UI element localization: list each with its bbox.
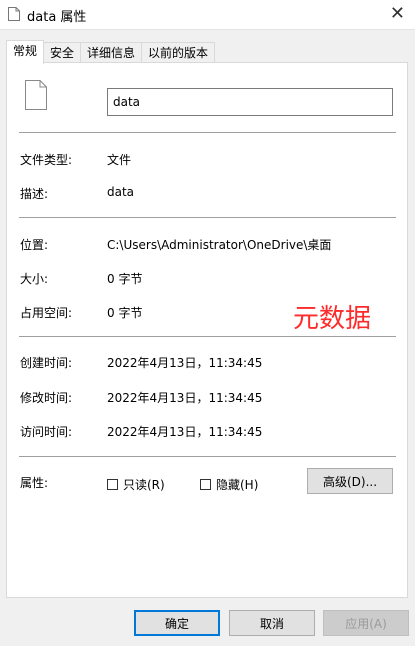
- file-name-input[interactable]: data: [107, 88, 393, 116]
- accessed-value: 2022年4月13日，11:34:45: [107, 425, 263, 439]
- ok-button[interactable]: 确定: [134, 610, 220, 636]
- file-type-icon: [25, 80, 47, 110]
- window-title: data 属性: [27, 10, 87, 25]
- tab-security[interactable]: 安全: [43, 42, 82, 63]
- location-value: C:\Users\Administrator\OneDrive\桌面: [107, 238, 332, 252]
- separator: [19, 132, 396, 133]
- checkbox-box[interactable]: [107, 479, 118, 490]
- location-label: 位置:: [20, 238, 49, 252]
- cancel-button[interactable]: 取消: [229, 610, 315, 636]
- size-on-disk-label: 占用空间:: [20, 306, 73, 320]
- apply-button[interactable]: 应用(A): [323, 610, 409, 636]
- file-type-label: 文件类型:: [20, 153, 73, 167]
- accessed-label: 访问时间:: [20, 425, 73, 439]
- created-value: 2022年4月13日，11:34:45: [107, 356, 263, 370]
- description-label: 描述:: [20, 187, 49, 201]
- readonly-label: 只读(R): [123, 478, 165, 492]
- separator: [19, 336, 396, 337]
- tab-strip: 常规 安全 详细信息 以前的版本: [6, 40, 216, 64]
- advanced-button[interactable]: 高级(D)...: [307, 468, 393, 494]
- description-value: data: [107, 185, 135, 199]
- modified-value: 2022年4月13日，11:34:45: [107, 391, 263, 405]
- general-panel: data 文件类型: 文件 描述: data 位置: C:\Users\Admi…: [6, 62, 408, 598]
- tab-previous-versions[interactable]: 以前的版本: [141, 42, 216, 63]
- modified-label: 修改时间:: [20, 391, 73, 405]
- title-bar: data 属性 ✕: [0, 0, 415, 30]
- file-icon: [8, 7, 20, 21]
- readonly-checkbox[interactable]: 只读(R): [107, 476, 165, 493]
- size-value: 0 字节: [107, 272, 143, 286]
- hidden-label: 隐藏(H): [216, 478, 259, 492]
- hidden-checkbox[interactable]: 隐藏(H): [200, 476, 258, 493]
- separator: [19, 456, 396, 457]
- size-label: 大小:: [20, 272, 49, 286]
- separator: [19, 217, 396, 218]
- tab-details[interactable]: 详细信息: [80, 42, 143, 63]
- size-on-disk-value: 0 字节: [107, 306, 143, 320]
- created-label: 创建时间:: [20, 356, 73, 370]
- close-icon[interactable]: ✕: [390, 4, 405, 24]
- attributes-label: 属性:: [20, 476, 49, 490]
- checkbox-box[interactable]: [200, 479, 211, 490]
- metadata-annotation: 元数据: [293, 304, 372, 334]
- file-type-value: 文件: [107, 153, 132, 167]
- tab-general[interactable]: 常规: [6, 40, 45, 64]
